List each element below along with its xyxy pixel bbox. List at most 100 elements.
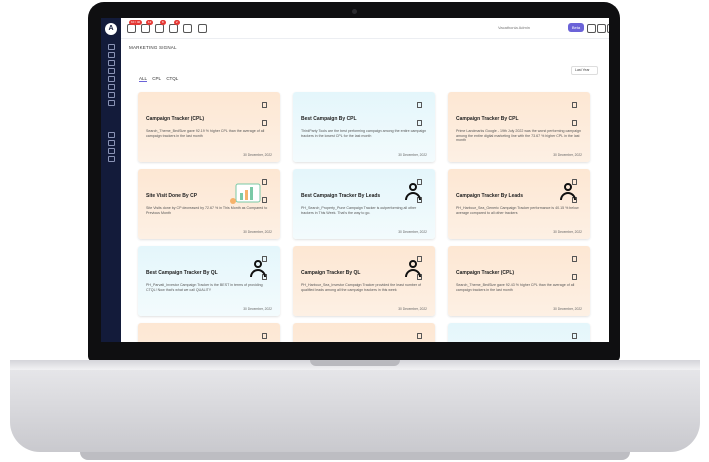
edit-icon[interactable] — [417, 102, 422, 108]
card-text: Search_Theme_BedSize gave 92.43 % higher… — [456, 283, 575, 292]
delete-icon[interactable] — [262, 120, 267, 126]
sidebar-users-icon[interactable] — [108, 92, 115, 98]
signal-card[interactable] — [138, 323, 280, 342]
app-screen: A 10 / 40 12 8 2 Vacathonia Admin Beta M… — [101, 18, 609, 342]
card-actions — [261, 326, 271, 339]
partner-label: Vacathonia Admin — [498, 25, 530, 30]
card-actions — [416, 249, 426, 280]
laptop-base — [10, 360, 700, 452]
signal-card[interactable] — [293, 323, 435, 342]
tab-ctql[interactable]: CTQL — [166, 76, 178, 81]
app-logo[interactable]: A — [105, 23, 117, 35]
signal-card[interactable]: Best Campaign By CPL ThirdParty Tools are… — [293, 92, 435, 162]
signal-card[interactable]: Site Visit Done By CP Site Visits done by… — [138, 169, 280, 239]
mail-icon[interactable] — [155, 24, 164, 33]
card-title: Campaign Tracker By CPL — [456, 116, 519, 122]
notification-icon[interactable] — [141, 24, 150, 33]
tab-bar: ALL CPL CTQL — [139, 76, 182, 82]
card-title: Campaign Tracker By Leads — [456, 193, 523, 199]
card-actions — [261, 95, 271, 126]
beta-button[interactable]: Beta — [568, 23, 584, 32]
person-icon — [250, 260, 266, 278]
sidebar-help-icon[interactable] — [108, 132, 115, 138]
person-icon — [405, 260, 421, 278]
task-icon[interactable] — [169, 24, 178, 33]
card-date: 30 December, 2022 — [398, 230, 427, 234]
grid-icon[interactable] — [607, 24, 609, 33]
card-actions — [571, 249, 581, 280]
card-text: PH_Parvati_Investor Campaign Tracker is … — [146, 283, 263, 292]
signal-card[interactable]: Best Campaign Tracker By Leads PH_Search_… — [293, 169, 435, 239]
signal-card[interactable]: Campaign Tracker (CPL) Search_Theme_BedSi… — [448, 246, 590, 316]
mail-badge: 12 — [146, 20, 154, 25]
card-text: PH_Search_Property_Pune Campaign Tracker… — [301, 206, 417, 215]
card-actions — [261, 172, 271, 203]
card-date: 30 December, 2022 — [243, 153, 272, 157]
card-text: PH_Harbour_Sea_Generic Campaign Tracker … — [456, 206, 579, 215]
edit-icon[interactable] — [572, 102, 577, 108]
card-title: Site Visit Done By CP — [146, 193, 198, 199]
card-actions — [416, 172, 426, 203]
card-text: ThirdParty Tools are the best performing… — [301, 129, 427, 138]
card-date: 30 December, 2022 — [553, 307, 582, 311]
sidebar-settings-icon[interactable] — [108, 100, 115, 106]
sidebar-campaign-icon[interactable] — [108, 68, 115, 74]
card-title: Campaign Tracker By QL — [301, 270, 361, 276]
card-date: 30 December, 2022 — [398, 153, 427, 157]
tab-all[interactable]: ALL — [139, 76, 148, 82]
signal-card[interactable]: Campaign Tracker By Leads PH_Harbour_Sea_… — [448, 169, 590, 239]
sidebar-info-icon[interactable] — [108, 140, 115, 146]
person-icon — [405, 183, 421, 201]
refresh-icon[interactable] — [597, 24, 606, 33]
sidebar-logout-icon[interactable] — [108, 156, 115, 162]
delete-icon[interactable] — [417, 120, 422, 126]
edit-icon[interactable] — [572, 333, 577, 339]
task-badge: 8 — [160, 20, 166, 25]
edit-icon[interactable] — [572, 256, 577, 262]
sidebar-dashboard-icon[interactable] — [108, 44, 115, 50]
edit-icon[interactable] — [417, 333, 422, 339]
signal-card[interactable]: Campaign Tracker By CPL Prime Landmarks G… — [448, 92, 590, 162]
chat-icon[interactable] — [198, 24, 207, 33]
tab-cpl[interactable]: CPL — [152, 76, 161, 81]
delete-icon[interactable] — [572, 120, 577, 126]
page-title: MARKETING SIGNAL — [129, 45, 177, 50]
card-actions — [416, 326, 426, 339]
card-title: Best Campaign Tracker By QL — [146, 270, 218, 276]
card-date: 30 December, 2022 — [553, 153, 582, 157]
period-filter-select[interactable]: Last Year — [571, 66, 598, 75]
delete-icon[interactable] — [572, 274, 577, 280]
edit-icon[interactable] — [262, 102, 267, 108]
alert-badge: 2 — [174, 20, 180, 25]
person-icon — [560, 183, 576, 201]
signal-card[interactable]: Best Campaign Tracker By QL PH_Parvati_In… — [138, 246, 280, 316]
alert-icon[interactable] — [183, 24, 192, 33]
card-actions — [571, 95, 581, 126]
laptop-mockup: A 10 / 40 12 8 2 Vacathonia Admin Beta M… — [0, 0, 709, 462]
card-title: Best Campaign By CPL — [301, 116, 357, 122]
chart-illustration — [230, 181, 266, 207]
sidebar-gear-icon[interactable] — [108, 148, 115, 154]
card-date: 30 December, 2022 — [243, 230, 272, 234]
notification-badge: 10 / 40 — [129, 20, 143, 25]
card-actions — [571, 326, 581, 339]
sidebar-reports-icon[interactable] — [108, 60, 115, 66]
card-title: Campaign Tracker (CPL) — [146, 116, 205, 122]
card-date: 30 December, 2022 — [553, 230, 582, 234]
card-actions — [416, 95, 426, 126]
lid-notch — [310, 360, 400, 366]
signal-card[interactable]: Campaign Tracker (CPL) Search_Theme_BedSi… — [138, 92, 280, 162]
camera-icon — [352, 9, 357, 14]
card-actions — [261, 249, 271, 280]
sidebar: A — [101, 18, 121, 342]
help-icon[interactable] — [587, 24, 596, 33]
signal-card[interactable]: Campaign Tracker By QL PH_Harbour_Sea_Inv… — [293, 246, 435, 316]
card-date: 30 December, 2022 — [398, 307, 427, 311]
sidebar-signal-icon[interactable] — [108, 76, 115, 82]
user-icon[interactable] — [127, 24, 136, 33]
edit-icon[interactable] — [262, 333, 267, 339]
card-text: Site Visits done by CP decreased by 72.6… — [146, 206, 268, 215]
sidebar-leads-icon[interactable] — [108, 52, 115, 58]
signal-card[interactable] — [448, 323, 590, 342]
sidebar-calendar-icon[interactable] — [108, 84, 115, 90]
